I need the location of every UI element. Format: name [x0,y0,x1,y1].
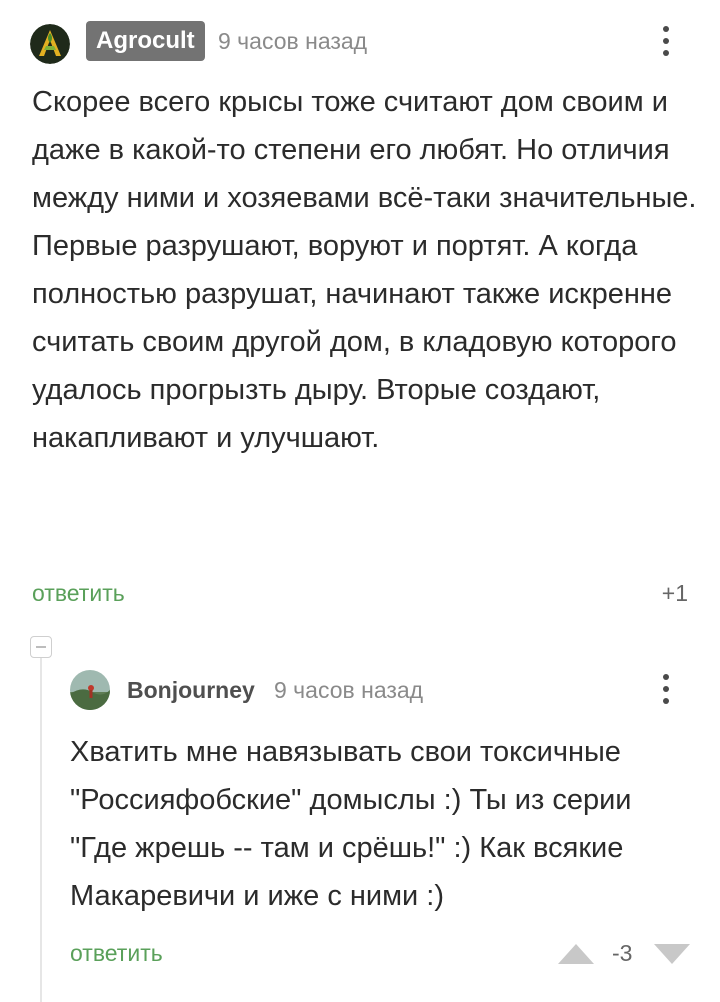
agrocult-logo-icon [30,24,70,64]
downvote-arrow-icon[interactable] [652,942,692,966]
rating-value: -3 [612,940,633,966]
reply-button[interactable]: ответить [70,938,163,968]
collapse-thread-icon[interactable] [30,636,52,658]
comment-time[interactable]: 9 часов назад [274,675,423,705]
rating-value: +1 [661,580,688,606]
avatar[interactable] [70,670,110,710]
comment-time[interactable]: 9 часов назад [218,26,367,56]
kebab-menu-icon[interactable] [656,670,676,710]
kebab-menu-icon[interactable] [656,22,676,62]
author-name[interactable]: Bonjourney [127,675,255,705]
upvote-arrow-icon[interactable] [556,942,596,966]
landscape-photo-icon [70,670,110,710]
comment-text: Скорее всего крысы тоже считают дом свои… [32,86,697,454]
reply-button[interactable]: ответить [32,578,125,608]
author-name[interactable]: Agrocult [86,21,205,61]
comment-text: Хватить мне навязывать свои токсичные "Р… [70,736,632,912]
avatar[interactable] [30,24,70,64]
thread-line[interactable] [40,658,42,1002]
